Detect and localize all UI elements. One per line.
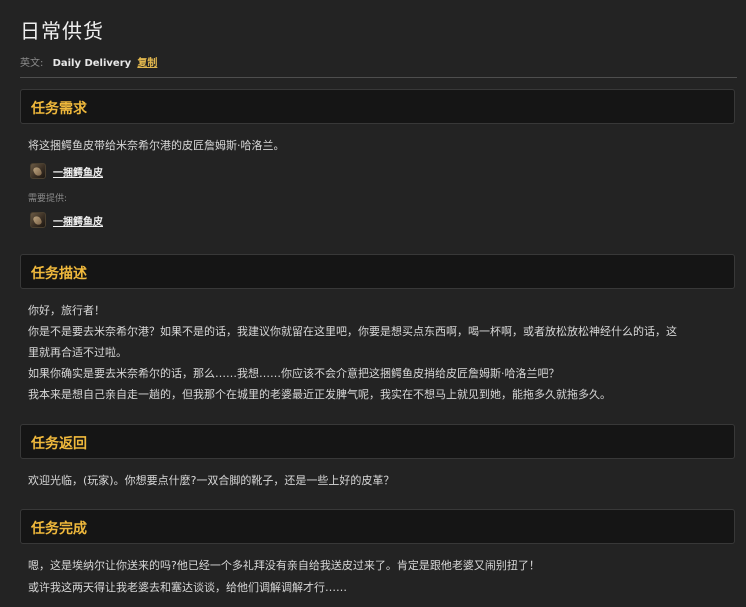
- description-line: 你好，旅行者！: [28, 304, 105, 317]
- completion-line: 或许我这两天得让我老婆去和塞达谈谈，给他们调解调解才行……: [28, 581, 347, 594]
- copy-button[interactable]: 复制: [137, 58, 157, 69]
- crocolisk-skin-icon: [30, 163, 46, 179]
- completion-heading: 任务完成: [31, 521, 87, 537]
- required-item-link[interactable]: 一捆鳄鱼皮: [53, 164, 103, 179]
- required-item[interactable]: 一捆鳄鱼皮: [30, 162, 103, 180]
- description-line: 你是不是要去米奈希尔港？如果不是的话，我建议你就留在这里吧，你要是想买点东西啊，…: [28, 325, 677, 338]
- requirements-header: 任务需求: [20, 89, 735, 124]
- completion-header: 任务完成: [20, 509, 735, 544]
- progress-header: 任务返回: [20, 424, 735, 459]
- description-heading: 任务描述: [31, 266, 87, 282]
- english-name: Daily Delivery: [52, 58, 132, 69]
- requirements-text: 将这捆鳄鱼皮带给米奈希尔港的皮匠詹姆斯·哈洛兰。: [28, 139, 285, 152]
- progress-text: 欢迎光临，(玩家)。你想要点什麼?一双合脚的靴子，还是一些上好的皮革？: [28, 474, 395, 487]
- provided-item-link[interactable]: 一捆鳄鱼皮: [53, 213, 103, 228]
- provided-item[interactable]: 一捆鳄鱼皮: [30, 211, 103, 229]
- crocolisk-skin-icon: [30, 212, 46, 228]
- english-label: 英文:: [20, 58, 44, 69]
- page-title: 日常供货: [20, 19, 104, 43]
- english-name-line: 英文: Daily Delivery 复制: [20, 54, 157, 69]
- progress-heading: 任务返回: [31, 436, 87, 452]
- requirements-heading: 任务需求: [31, 101, 87, 117]
- completion-line: 嗯，这是埃纳尔让你送来的吗?他已经一个多礼拜没有亲自给我送皮过来了。肯定是跟他老…: [28, 559, 540, 572]
- provided-label: 需要提供:: [28, 194, 68, 204]
- description-line: 我本来是想自己亲自走一趟的，但我那个在城里的老婆最近正发脾气呢，我实在不想马上就…: [28, 388, 611, 401]
- description-line: 里就再合适不过啦。: [28, 346, 127, 359]
- description-line: 如果你确实是要去米奈希尔的话，那么……我想……你应该不会介意把这捆鳄鱼皮捎给皮匠…: [28, 367, 560, 380]
- description-header: 任务描述: [20, 254, 735, 289]
- title-divider: [20, 77, 737, 78]
